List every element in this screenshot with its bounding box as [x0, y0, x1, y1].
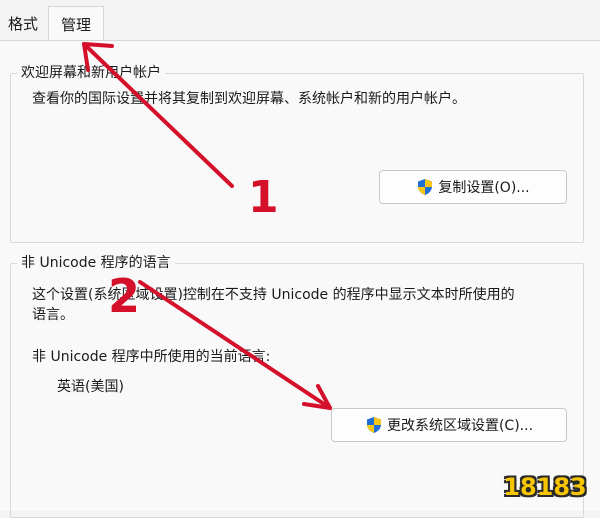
welcome-group-description: 查看你的国际设置并将其复制到欢迎屏幕、系统帐户和新的用户帐户。: [32, 91, 466, 107]
uac-shield-icon: [418, 179, 433, 195]
change-system-locale-label: 更改系统区域设置(C)...: [386, 418, 534, 434]
current-language-value: 英语(美国): [57, 379, 124, 395]
uac-shield-icon: [366, 417, 381, 433]
tab-manage[interactable]: 管理: [48, 6, 104, 42]
manage-panel: 欢迎屏幕和新用户帐户 查看你的国际设置并将其复制到欢迎屏幕、系统帐户和新的用户帐…: [0, 40, 600, 518]
welcome-group-title: 欢迎屏幕和新用户帐户: [17, 64, 165, 82]
non-unicode-group-title: 非 Unicode 程序的语言: [17, 254, 175, 272]
tab-format[interactable]: 格式: [0, 8, 46, 40]
system-locale-description-line1: 这个设置(系统区域设置)控制在不支持 Unicode 的程序中显示文本时所使用的: [32, 287, 515, 303]
watermark-text: 18183: [503, 473, 587, 501]
copy-settings-label: 复制设置(O)...: [438, 180, 530, 196]
tab-strip: 格式 管理: [0, 0, 600, 42]
non-unicode-group: 非 Unicode 程序的语言 这个设置(系统区域设置)控制在不支持 Unico…: [10, 254, 584, 518]
current-language-label: 非 Unicode 程序中所使用的当前语言:: [32, 349, 271, 365]
system-locale-description-line2: 语言。: [32, 307, 74, 323]
welcome-screen-group: 欢迎屏幕和新用户帐户 查看你的国际设置并将其复制到欢迎屏幕、系统帐户和新的用户帐…: [10, 64, 584, 243]
change-system-locale-button[interactable]: 更改系统区域设置(C)...: [331, 408, 567, 442]
watermark-logo: 18183: [502, 445, 588, 501]
copy-settings-button[interactable]: 复制设置(O)...: [379, 170, 567, 204]
